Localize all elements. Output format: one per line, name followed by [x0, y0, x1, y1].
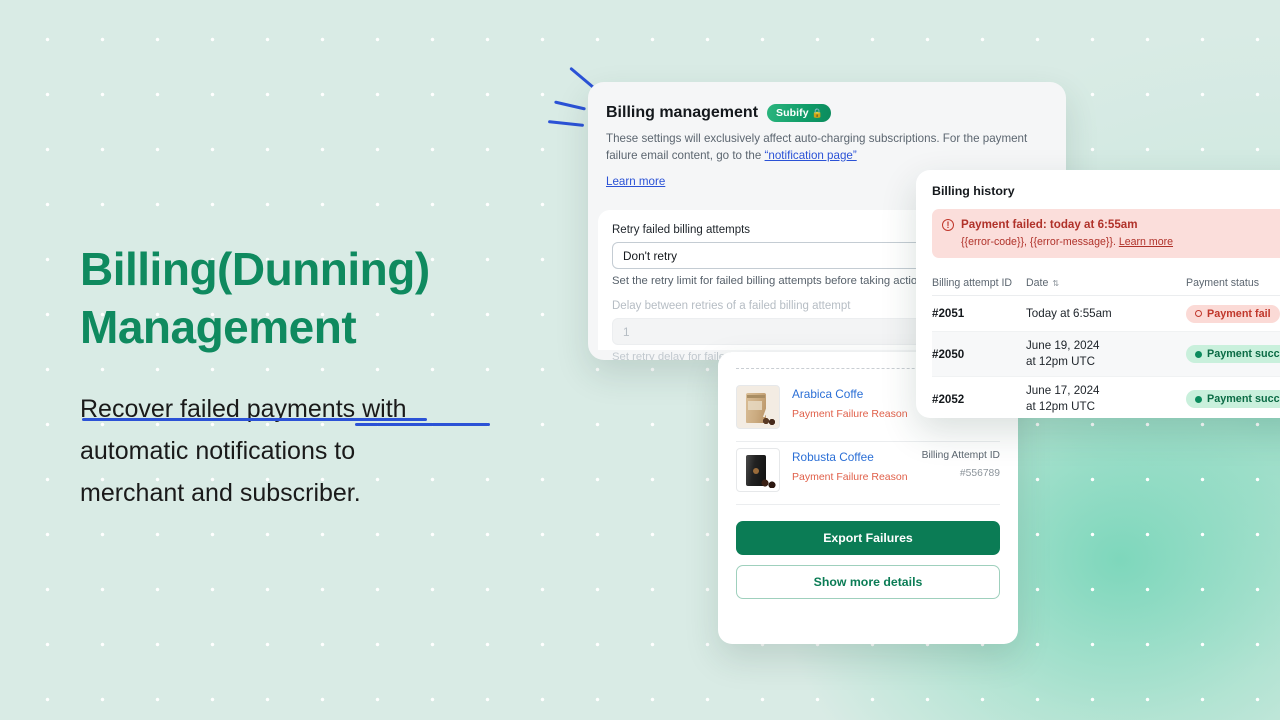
- alert-circle-icon: !: [942, 219, 954, 231]
- subify-badge-label: Subify: [776, 107, 809, 119]
- billing-history-card: Billing history ! Payment failed: today …: [916, 170, 1280, 418]
- row-date: June 19, 2024 at 12pm UTC: [1026, 338, 1186, 370]
- row-billing-attempt-id: #2050: [932, 347, 965, 361]
- alert-body: Payment failed: today at 6:55am {{error-…: [961, 218, 1173, 248]
- row-date-line-1: Today at 6:55am: [1026, 306, 1112, 320]
- table-header-row: Billing attempt ID Date ⇅ Payment status: [932, 270, 1280, 296]
- payment-failed-alert: ! Payment failed: today at 6:55am {{erro…: [932, 209, 1280, 258]
- sort-chevron-icon: ⇅: [1052, 278, 1060, 288]
- lock-icon: 🔒: [811, 107, 824, 118]
- row-date: Today at 6:55am: [1026, 306, 1186, 322]
- status-dot-icon: [1195, 395, 1202, 403]
- subcopy-line-3: merchant and subscriber.: [80, 479, 361, 507]
- list-item-meta: Robusta Coffee Payment Failure Reason: [792, 448, 910, 483]
- row-date-line-2: at 12pm UTC: [1026, 355, 1095, 368]
- status-badge: Payment fail: [1186, 304, 1280, 323]
- row-status-cell: Payment success: [1186, 345, 1280, 364]
- alert-message-text: {{error-code}}, {{error-message}}.: [961, 236, 1119, 248]
- speed-line-3: [547, 120, 585, 127]
- underline-stroke-long: [82, 418, 427, 421]
- row-date-line-1: June 19, 2024: [1026, 339, 1100, 352]
- row-status-cell: Payment success: [1186, 390, 1280, 409]
- list-item[interactable]: Robusta Coffee Payment Failure Reason Bi…: [736, 442, 1000, 504]
- alert-message: {{error-code}}, {{error-message}}. Learn…: [961, 236, 1173, 248]
- column-header-date-label: Date: [1026, 276, 1049, 289]
- show-more-details-button[interactable]: Show more details: [736, 565, 1000, 599]
- status-badge-label: Payment fail: [1207, 307, 1271, 320]
- row-billing-attempt-id: #2051: [932, 307, 965, 320]
- settings-card-description: These settings will exclusively affect a…: [606, 130, 1036, 164]
- table-row[interactable]: #2052 June 17, 2024 at 12pm UTC Payment …: [932, 377, 1280, 418]
- status-badge-label: Payment success: [1207, 348, 1280, 361]
- notification-page-link[interactable]: “notification page”: [765, 149, 857, 162]
- status-badge: Payment success: [1186, 390, 1280, 409]
- table-row[interactable]: #2050 June 19, 2024 at 12pm UTC Payment …: [932, 332, 1280, 377]
- product-name-link[interactable]: Robusta Coffee: [792, 450, 910, 464]
- status-badge-label: Payment success: [1207, 393, 1280, 406]
- settings-title-row: Billing management Subify 🔒: [606, 104, 1044, 122]
- status-dot-icon: [1195, 310, 1202, 318]
- attempt-id-value: #556789: [959, 468, 1000, 479]
- row-date-line-1: June 17, 2024: [1026, 384, 1100, 397]
- export-failures-button[interactable]: Export Failures: [736, 521, 1000, 555]
- headline-line-1: Billing(Dunning): [80, 243, 430, 295]
- column-header-billing-attempt-id: Billing attempt ID: [932, 276, 1013, 289]
- hero-subcopy: Recover failed payments with automatic n…: [80, 388, 550, 514]
- column-header-date[interactable]: Date ⇅: [1026, 277, 1186, 289]
- failure-reason: Payment Failure Reason: [792, 471, 908, 483]
- row-status-cell: Payment fail !: [1186, 304, 1280, 323]
- underline-stroke-short: [355, 423, 490, 426]
- status-dot-icon: [1195, 350, 1202, 358]
- alert-learn-more-link[interactable]: Learn more: [1119, 236, 1173, 248]
- row-billing-attempt-id: #2052: [932, 392, 965, 406]
- hero-subcopy-wrapper: Recover failed payments with automatic n…: [80, 388, 550, 514]
- billing-history-table: Billing attempt ID Date ⇅ Payment status …: [932, 270, 1280, 418]
- row-date: June 17, 2024 at 12pm UTC: [1026, 383, 1186, 415]
- table-row[interactable]: #2051 Today at 6:55am Payment fail !: [932, 296, 1280, 332]
- retry-attempts-value: Don't retry: [623, 248, 678, 263]
- learn-more-link[interactable]: Learn more: [606, 175, 665, 188]
- subcopy-line-2: automatic notifications to: [80, 437, 356, 465]
- page-title: Billing(Dunning) Management: [80, 240, 550, 356]
- settings-card-title: Billing management: [606, 104, 759, 121]
- alert-title: Payment failed: today at 6:55am: [961, 218, 1138, 231]
- list-divider: [736, 504, 1000, 505]
- hero-copy: Billing(Dunning) Management Recover fail…: [80, 240, 550, 514]
- kraft-coffee-bag-image: A: [736, 385, 780, 429]
- speed-line-2: [554, 100, 586, 111]
- status-badge: Payment success: [1186, 345, 1280, 364]
- row-date-line-2: at 12pm UTC: [1026, 400, 1095, 413]
- black-coffee-bag-image: [736, 448, 780, 492]
- subify-badge: Subify 🔒: [767, 104, 832, 122]
- billing-history-title: Billing history: [932, 184, 1015, 198]
- attempt-id-label: Billing Attempt ID: [921, 450, 1000, 461]
- list-item-right: Billing Attempt ID #556789: [922, 448, 1000, 479]
- headline-line-2: Management: [80, 301, 357, 353]
- column-header-payment-status: Payment status: [1186, 276, 1260, 289]
- retry-delay-value: 1: [623, 324, 630, 339]
